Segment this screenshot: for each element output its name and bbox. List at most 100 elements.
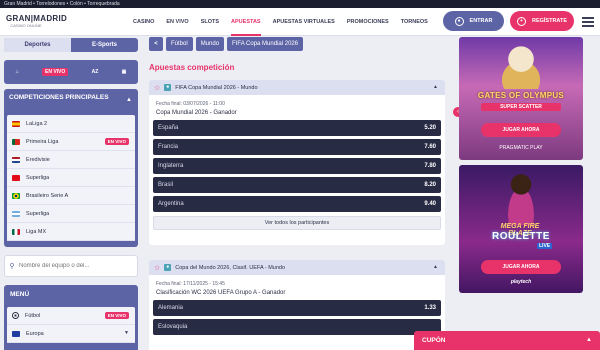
- nav-slots[interactable]: SLOTS: [201, 8, 219, 36]
- page-title: Apuestas competición: [149, 63, 235, 72]
- breadcrumb-futbol[interactable]: Fútbol: [166, 37, 193, 51]
- nav-casino[interactable]: CASINO: [133, 8, 154, 36]
- card-market: Clasificación WC 2026 UEFA Grupo A - Gan…: [156, 290, 286, 296]
- competitions-panel: COMPETICIONES PRINCIPALES ▲ LaLiga 2 Pri…: [4, 89, 138, 247]
- odd-row[interactable]: Argentina 9.40: [153, 196, 441, 212]
- odd-team: Alemania: [158, 305, 184, 311]
- promo-banner-olympus[interactable]: GATES OF OLYMPUS SUPER SCATTER JUGAR AHO…: [459, 37, 583, 160]
- star-icon[interactable]: ☆: [154, 264, 160, 272]
- coupon-bar[interactable]: CUPÓN ▲: [414, 331, 600, 350]
- flag-netherlands-icon: [12, 156, 20, 163]
- soccer-ball-icon: [12, 312, 19, 319]
- chevron-up-icon[interactable]: ▲: [433, 264, 438, 270]
- soccer-icon: ●: [164, 84, 172, 91]
- competition-card: ☆ ● Copa del Mundo 2026, Clasif. UEFA - …: [149, 260, 445, 350]
- odd-team: Brasil: [158, 182, 174, 188]
- login-button[interactable]: ● ENTRAR: [443, 11, 504, 31]
- filter-live[interactable]: EN VIVO: [42, 68, 69, 76]
- competition-item[interactable]: Liga MX: [7, 223, 135, 241]
- register-button[interactable]: + REGÍSTRATE: [510, 11, 574, 31]
- card-header[interactable]: ☆ ● Copa del Mundo 2026, Clasif. UEFA - …: [149, 260, 445, 275]
- odd-team: España: [158, 125, 179, 131]
- logo[interactable]: GRAN|MADRID CASINO ONLINE: [6, 14, 68, 28]
- nav-en-vivo[interactable]: EN VIVO: [166, 8, 188, 36]
- header: GRAN|MADRID CASINO ONLINE CASINO EN VIVO…: [0, 8, 600, 36]
- soccer-icon: ●: [164, 264, 172, 271]
- card-market: Copa Mundial 2026 - Ganador: [156, 110, 237, 116]
- competition-label: Liga MX: [26, 228, 47, 235]
- chevron-up-icon[interactable]: ▲: [586, 331, 592, 350]
- star-icon[interactable]: ☆: [154, 84, 160, 92]
- odd-value: 5.20: [424, 125, 436, 131]
- menu-list: Fútbol EN VIVO Europa ▼: [7, 307, 135, 343]
- logo-text: GRAN|MADRID: [6, 14, 68, 23]
- competition-item[interactable]: Brasileiro Serie A: [7, 187, 135, 205]
- nav-torneos[interactable]: TORNEOS: [401, 8, 428, 36]
- tab-esports[interactable]: E-Sports: [71, 38, 138, 52]
- odd-row[interactable]: España 5.20: [153, 120, 441, 136]
- banner-provider: playtech: [510, 279, 532, 285]
- top-strip-text: Gran Madrid • Torrelodones • Colón • Tor…: [4, 1, 120, 7]
- banner-provider: PRAGMATIC PLAY: [499, 145, 543, 151]
- flag-europe-icon: [12, 330, 20, 337]
- nav-promociones[interactable]: PROMOCIONES: [347, 8, 389, 36]
- breadcrumb: < Fútbol Mundo FIFA Copa Mundial 2026: [149, 37, 304, 51]
- competition-item[interactable]: Superliga: [7, 205, 135, 223]
- filter-az[interactable]: AZ: [92, 69, 99, 75]
- nav-apuestas-virtuales[interactable]: APUESTAS VIRTUALES: [273, 8, 335, 36]
- calendar-icon[interactable]: ▣: [122, 69, 127, 75]
- competition-item[interactable]: Eredivisie: [7, 151, 135, 169]
- chevron-down-icon[interactable]: ▼: [124, 330, 129, 336]
- card-header[interactable]: ☆ ● FIFA Copa Mundial 2026 - Mundo ▲: [149, 80, 445, 95]
- competition-item[interactable]: Superliga: [7, 169, 135, 187]
- tab-deportes[interactable]: Deportes: [4, 38, 71, 52]
- menu-title: MENÚ: [10, 291, 30, 298]
- menu-item-europa[interactable]: Europa ▼: [7, 325, 135, 343]
- odd-team: Inglaterra: [158, 163, 184, 169]
- menu-item-label: Europa: [26, 330, 44, 337]
- competition-label: Superliga: [26, 174, 50, 181]
- banner-title: ROULETTE: [492, 231, 550, 242]
- competitions-title: COMPETICIONES PRINCIPALES: [9, 94, 109, 101]
- live-badge: EN VIVO: [104, 138, 129, 145]
- odd-row[interactable]: Eslovaquia: [153, 319, 441, 335]
- breadcrumb-competition[interactable]: FIFA Copa Mundial 2026: [227, 37, 304, 51]
- flag-turkey-icon: [12, 174, 20, 181]
- see-all-participants-button[interactable]: Ver todos los participantes: [153, 216, 441, 230]
- flag-spain-icon: [12, 120, 20, 127]
- hamburger-menu-icon[interactable]: [582, 17, 594, 27]
- competition-label: Superliga: [26, 210, 50, 217]
- register-label: REGÍSTRATE: [531, 18, 568, 24]
- banner-subtitle: SUPER SCATTER: [481, 103, 561, 111]
- plus-icon: +: [516, 16, 526, 26]
- odd-row[interactable]: Alemania 1.33: [153, 300, 441, 316]
- odd-team: Eslovaquia: [158, 324, 188, 330]
- competition-item[interactable]: Primeira Liga EN VIVO: [7, 133, 135, 151]
- odd-row[interactable]: Francia 7.60: [153, 139, 441, 155]
- play-now-button[interactable]: JUGAR AHORA: [481, 123, 561, 137]
- odd-value: 7.80: [424, 163, 436, 169]
- competition-item[interactable]: LaLiga 2: [7, 115, 135, 133]
- competition-label: Primeira Liga: [26, 138, 59, 145]
- search-input[interactable]: [19, 263, 129, 269]
- odd-row[interactable]: Inglaterra 7.80: [153, 158, 441, 174]
- nav-apuestas[interactable]: APUESTAS: [231, 8, 261, 36]
- odd-value: 8.20: [424, 182, 436, 188]
- flag-argentina-icon: [12, 210, 20, 217]
- dealer-illustration: [501, 173, 541, 225]
- play-now-button[interactable]: JUGAR AHORA: [481, 260, 561, 274]
- live-label: LIVE: [537, 243, 553, 249]
- back-button[interactable]: <: [149, 37, 163, 51]
- zeus-illustration: [501, 43, 541, 89]
- chevron-up-icon[interactable]: ▲: [126, 97, 132, 103]
- odd-row[interactable]: Brasil 8.20: [153, 177, 441, 193]
- live-badge: EN VIVO: [104, 312, 129, 319]
- chevron-up-icon[interactable]: ▲: [433, 84, 438, 90]
- home-icon[interactable]: ⌂: [16, 69, 19, 75]
- promo-banner-roulette[interactable]: MEGA FIRE BLAZE ROULETTE LIVE JUGAR AHOR…: [459, 165, 583, 293]
- breadcrumb-mundo[interactable]: Mundo: [195, 37, 225, 51]
- logo-subtext: CASINO ONLINE: [10, 23, 42, 28]
- sports-menu: MENÚ Fútbol EN VIVO Europa ▼: [4, 285, 138, 350]
- menu-item-futbol[interactable]: Fútbol EN VIVO: [7, 307, 135, 325]
- card-competition: Copa del Mundo 2026, Clasif. UEFA - Mund…: [175, 264, 286, 271]
